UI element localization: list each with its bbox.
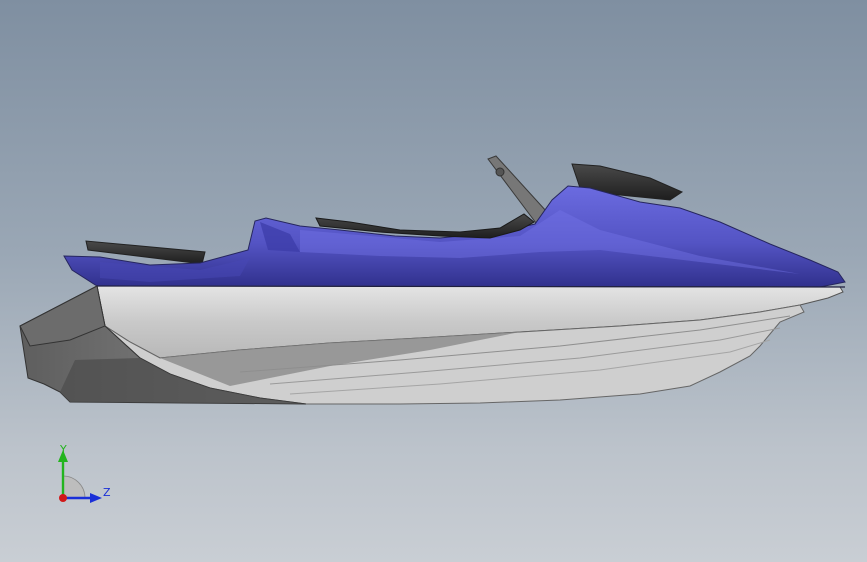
graphics-viewport[interactable]: Y Z bbox=[0, 0, 867, 562]
z-axis-arrow bbox=[90, 493, 102, 503]
y-axis-label: Y bbox=[60, 443, 67, 456]
view-orientation-triad bbox=[40, 438, 120, 512]
z-axis-label: Z bbox=[103, 486, 111, 499]
x-axis-dot bbox=[59, 494, 67, 502]
jet-ski-model[interactable] bbox=[0, 0, 867, 562]
handlebar bbox=[487, 155, 548, 224]
